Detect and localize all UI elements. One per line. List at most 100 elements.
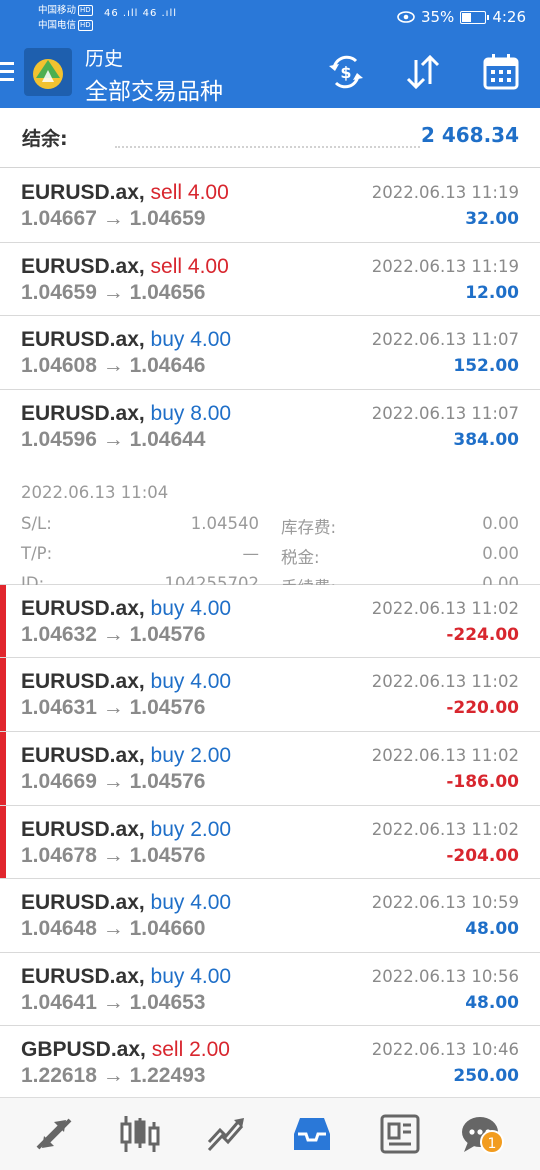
symbol-name: EURUSD.ax, [21, 401, 145, 425]
symbol-name: EURUSD.ax, [21, 817, 145, 841]
symbol-name: EURUSD.ax, [21, 964, 145, 988]
trade-row[interactable]: EURUSD.ax, buy 2.00 1.04669 → 1.04576 2022… [0, 731, 540, 806]
trade-action: buy 2.00 [150, 743, 232, 767]
trade-row[interactable]: EURUSD.ax, buy 4.00 1.04641 → 1.04653 2022… [0, 952, 540, 1027]
trade-row[interactable]: EURUSD.ax, buy 4.00 1.04608 → 1.04646 2022… [0, 316, 540, 390]
trade-action: buy 4.00 [150, 964, 232, 988]
trade-profit: 32.00 [465, 209, 519, 229]
loss-marker [0, 805, 6, 879]
trade-profit: -224.00 [446, 624, 519, 645]
history-icon[interactable] [290, 1112, 334, 1156]
open-close-prices: 1.22618 → 1.22493 [21, 1064, 206, 1088]
open-close-prices: 1.04659 → 1.04656 [21, 280, 206, 304]
trade-row[interactable]: EURUSD.ax, buy 4.00 1.04648 → 1.04660 2022… [0, 879, 540, 953]
open-close-prices: 1.04596 → 1.04644 [21, 427, 206, 451]
trade-action: sell 4.00 [150, 181, 229, 204]
trade-symbol: EURUSD.ax, sell 4.00 [21, 255, 229, 279]
hd-badge: HD [78, 20, 93, 31]
trade-symbol: EURUSD.ax, buy 2.00 [21, 744, 231, 768]
news-icon[interactable] [378, 1112, 422, 1156]
battery-percent: 35% [420, 8, 455, 26]
trade-symbol: EURUSD.ax, buy 8.00 [21, 402, 231, 426]
bottom-navigation: 1 [0, 1097, 540, 1170]
swap-value: 0.00 [482, 513, 519, 533]
close-time: 2022.06.13 11:07 [371, 403, 519, 423]
symbol-filter[interactable]: 全部交易品种 [85, 72, 223, 106]
signal-icon: 46 .ıll 46 .ıll [104, 8, 178, 19]
trade-action: buy 4.00 [150, 328, 232, 352]
open-close-prices: 1.04648 → 1.04660 [21, 917, 206, 941]
loss-marker [0, 658, 6, 731]
metatrader-logo [24, 48, 72, 96]
symbol-name: EURUSD.ax, [21, 254, 145, 278]
trade-action: sell 2.00 [151, 1038, 230, 1062]
symbol-name: EURUSD.ax, [21, 181, 145, 204]
trade-row[interactable]: GBPUSD.ax, sell 2.00 1.22618 → 1.22493 202… [0, 1026, 540, 1100]
chat-badge: 1 [480, 1130, 504, 1154]
open-close-prices: 1.04632 → 1.04576 [21, 622, 206, 646]
carrier-1: 中国移动 [38, 5, 77, 16]
chart-candles-icon[interactable] [118, 1112, 162, 1156]
currency-exchange-icon[interactable]: $ [326, 52, 366, 92]
trade-row[interactable]: EURUSD.ax, buy 4.00 1.04632 → 1.04576 2022… [0, 584, 540, 659]
menu-icon[interactable] [0, 62, 14, 82]
balance-value: 2 468.34 [420, 123, 519, 147]
trade-row[interactable]: EURUSD.ax, sell 4.00 1.04667 → 1.04659 202… [0, 169, 540, 243]
trade-profit: -220.00 [446, 698, 519, 719]
close-time: 2022.06.13 11:02 [371, 819, 519, 839]
open-time: 2022.06.13 11:04 [21, 482, 169, 502]
trade-symbol: EURUSD.ax, buy 4.00 [21, 597, 231, 621]
trade-profit: 48.00 [465, 992, 519, 1013]
svg-text:$: $ [340, 63, 351, 82]
tp-label: T/P: [21, 543, 53, 563]
trade-profit: 12.00 [465, 282, 519, 303]
trade-row[interactable]: EURUSD.ax, buy 4.00 1.04631 → 1.04576 2022… [0, 658, 540, 732]
page-title: 历史 [85, 48, 124, 70]
trade-row[interactable]: EURUSD.ax, buy 2.00 1.04678 → 1.04576 2022… [0, 805, 540, 880]
trade-action: buy 4.00 [150, 670, 232, 694]
symbol-name: EURUSD.ax, [21, 328, 145, 352]
trade-profit: -186.00 [446, 771, 519, 792]
sort-icon[interactable] [403, 52, 443, 92]
carrier-info: 中国移动 HD 中国电信 HD [38, 3, 93, 33]
loss-marker [0, 731, 6, 805]
trade-symbol: EURUSD.ax, sell 4.00 [21, 181, 229, 205]
swap-label: 库存费: [281, 517, 337, 537]
close-time: 2022.06.13 10:56 [371, 966, 519, 986]
close-time: 2022.06.13 11:02 [371, 672, 519, 692]
close-time: 2022.06.13 11:19 [371, 183, 519, 202]
trade-symbol: EURUSD.ax, buy 4.00 [21, 965, 231, 989]
tax-value: 0.00 [482, 543, 519, 563]
trade-symbol: EURUSD.ax, buy 4.00 [21, 328, 231, 352]
close-time: 2022.06.13 11:02 [371, 745, 519, 765]
symbol-name: GBPUSD.ax, [21, 1038, 146, 1062]
close-time: 2022.06.13 10:59 [371, 893, 519, 913]
eye-icon [397, 11, 415, 23]
close-time: 2022.06.13 10:46 [371, 1040, 519, 1060]
trade-icon[interactable] [204, 1112, 248, 1156]
symbol-name: EURUSD.ax, [21, 743, 145, 767]
trade-profit: -204.00 [446, 845, 519, 866]
open-close-prices: 1.04641 → 1.04653 [21, 990, 206, 1014]
trade-row[interactable]: EURUSD.ax, sell 4.00 1.04659 → 1.04656 202… [0, 242, 540, 317]
quotes-icon[interactable] [32, 1112, 76, 1156]
app-header: 历史 全部交易品种 $ [0, 36, 540, 108]
close-time: 2022.06.13 11:19 [371, 256, 519, 276]
sl-value: 1.04540 [190, 513, 259, 533]
loss-marker [0, 584, 6, 658]
trade-symbol: EURUSD.ax, buy 4.00 [21, 670, 231, 694]
symbol-name: EURUSD.ax, [21, 596, 145, 620]
trade-action: sell 4.00 [150, 254, 229, 278]
battery-icon [460, 10, 490, 24]
balance-label: 结余: [22, 128, 68, 150]
calendar-icon[interactable] [481, 52, 521, 92]
trade-row[interactable]: EURUSD.ax, buy 8.00 1.04596 → 1.04644 2022… [0, 389, 540, 597]
open-close-prices: 1.04678 → 1.04576 [21, 843, 206, 867]
trade-profit: 384.00 [453, 429, 519, 450]
trade-action: buy 2.00 [150, 817, 232, 841]
trade-action: buy 4.00 [150, 596, 232, 620]
trade-profit: 48.00 [465, 919, 519, 940]
clock: 4:26 [492, 8, 526, 26]
open-close-prices: 1.04669 → 1.04576 [21, 769, 206, 793]
balance-row: 结余: 2 468.34 [0, 108, 540, 168]
